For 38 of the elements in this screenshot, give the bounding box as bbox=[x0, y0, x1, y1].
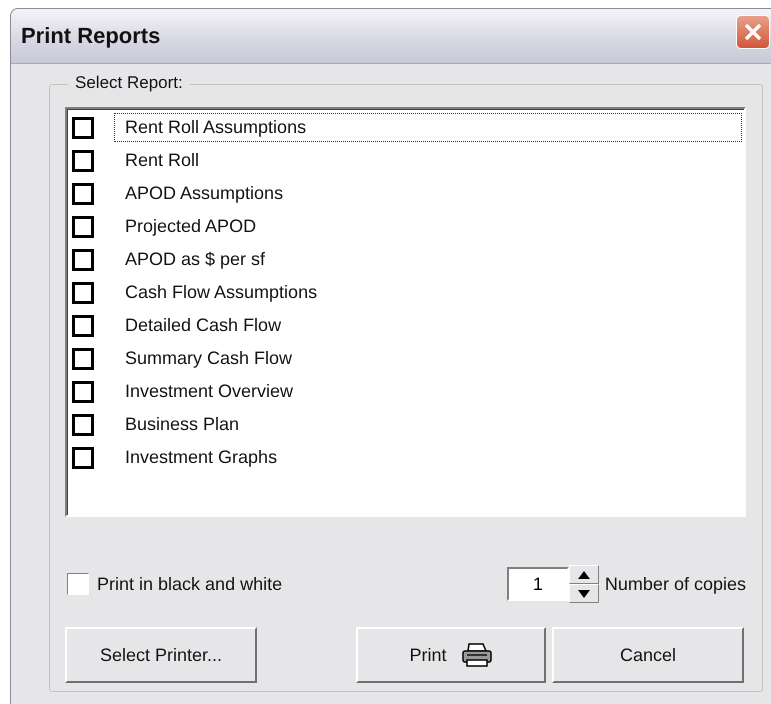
down-arrow-icon bbox=[578, 590, 590, 598]
print-button[interactable]: Print bbox=[356, 627, 546, 683]
copies-label: Number of copies bbox=[604, 574, 746, 594]
report-item[interactable]: Rent Roll Assumptions bbox=[114, 113, 742, 142]
checkbox[interactable] bbox=[72, 446, 94, 468]
checkbox-label: Print in black and white bbox=[97, 574, 282, 594]
report-item[interactable]: Investment Overview bbox=[114, 377, 742, 406]
checkbox[interactable] bbox=[72, 282, 94, 304]
report-item[interactable]: APOD as $ per sf bbox=[114, 245, 742, 274]
spin-up-button[interactable] bbox=[568, 565, 599, 584]
close-button[interactable] bbox=[736, 15, 770, 49]
checkbox[interactable] bbox=[72, 380, 94, 402]
close-icon bbox=[743, 22, 763, 42]
checkbox[interactable] bbox=[72, 216, 94, 238]
report-item[interactable]: Projected APOD bbox=[114, 212, 742, 241]
spin-down-button[interactable] bbox=[568, 584, 599, 603]
dialog-button[interactable]: Select Printer... bbox=[65, 627, 257, 683]
report-item[interactable]: Summary Cash Flow bbox=[114, 344, 742, 373]
report-item[interactable]: Business Plan bbox=[114, 410, 742, 439]
checkbox[interactable] bbox=[72, 248, 94, 270]
checkbox[interactable] bbox=[72, 348, 94, 370]
report-item[interactable]: Cash Flow Assumptions bbox=[114, 278, 742, 307]
checkbox[interactable] bbox=[72, 414, 94, 436]
group-label: Select Report: bbox=[68, 73, 190, 93]
up-arrow-icon bbox=[578, 570, 590, 578]
checkbox[interactable] bbox=[72, 314, 94, 336]
report-item[interactable]: Detailed Cash Flow bbox=[114, 311, 742, 340]
checkbox[interactable] bbox=[72, 150, 94, 172]
report-item[interactable]: Investment Graphs bbox=[114, 443, 742, 472]
checkbox[interactable] bbox=[72, 182, 94, 204]
copies-field[interactable]: 1 bbox=[506, 567, 569, 601]
checkbox[interactable] bbox=[67, 573, 89, 595]
report-item[interactable]: Rent Roll bbox=[114, 146, 742, 175]
dialog-button[interactable]: Cancel bbox=[552, 627, 744, 683]
checkbox[interactable] bbox=[72, 116, 94, 138]
report-item[interactable]: APOD Assumptions bbox=[114, 179, 742, 208]
window-title: Print Reports bbox=[21, 23, 160, 49]
printer-icon bbox=[460, 642, 492, 668]
